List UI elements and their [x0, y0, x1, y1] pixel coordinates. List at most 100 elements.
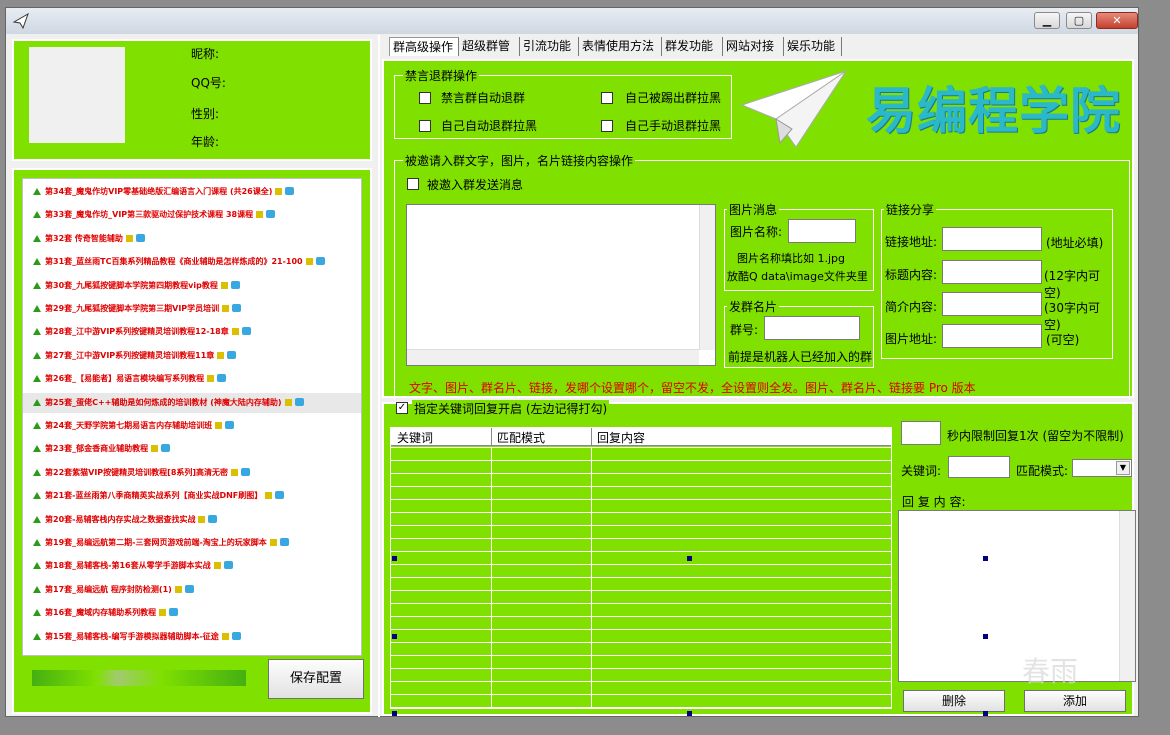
course-item[interactable]: 第28套_江中游VIP系列按键精灵培训教程12-18章 — [33, 322, 251, 342]
keyword-enable-checkbox[interactable]: ✓ — [396, 402, 408, 414]
tab-1[interactable]: 群高级操作 — [389, 37, 459, 56]
tab-2[interactable]: 超级群管 — [459, 37, 520, 56]
limit-seconds-input[interactable] — [901, 421, 941, 445]
vertical-scrollbar[interactable] — [1119, 511, 1135, 681]
invite-send-checkbox[interactable] — [407, 178, 419, 190]
course-item[interactable]: 第17套_易编远航 程序封防检测(1) — [33, 580, 194, 600]
course-item[interactable]: 第18套_易辅客栈-第16套从零学手游脚本实战 — [33, 556, 233, 576]
image-hint-2: 放酷Q data\image文件夹里 — [727, 270, 868, 283]
tag-icon — [217, 351, 225, 359]
kicked-blacklist-checkbox[interactable] — [601, 92, 613, 104]
course-title: 第27套_江中游VIP系列按键精灵培训教程11章 — [45, 350, 215, 360]
course-item[interactable]: 第30套_九尾狐按键脚本学院第四期教程vip教程 — [33, 276, 240, 296]
new-badge-icon — [135, 233, 145, 242]
link-desc-input[interactable] — [942, 292, 1042, 316]
image-msg-title: 图片消息 — [727, 201, 780, 218]
link-share-title: 链接分享 — [884, 201, 937, 218]
self-auto-leave-checkbox[interactable] — [419, 120, 431, 132]
vertical-scrollbar[interactable] — [699, 205, 715, 350]
course-item[interactable]: 第15套_易辅客栈-编写手游模拟器辅助脚本-征途 — [33, 627, 241, 647]
col-match-mode[interactable]: 匹配模式 — [497, 429, 545, 446]
course-title: 第25套_蛋佬C++辅助是如何炼成的培训教材 (神魔大陆内存辅助) — [45, 397, 282, 407]
col-keyword[interactable]: 关键词 — [397, 429, 433, 446]
course-title: 第26套_【易能者】易语言模块编写系列教程 — [45, 374, 205, 384]
course-item[interactable]: 第22套紫猫VIP按键精灵培训教程[8系列]高清无密 — [33, 463, 251, 483]
course-item[interactable]: 第25套_蛋佬C++辅助是如何炼成的培训教材 (神魔大陆内存辅助) — [23, 392, 361, 413]
tag-icon — [275, 188, 283, 195]
selection-handle — [392, 711, 397, 716]
course-item[interactable]: 第19套_易编远航第二期-三套网页游戏前端-淘宝上的玩家脚本 — [33, 533, 289, 553]
chevron-down-icon[interactable]: ▼ — [1116, 461, 1130, 475]
grid-line — [391, 538, 891, 539]
image-name-label: 图片名称: — [730, 225, 783, 239]
grid-line — [391, 707, 891, 708]
new-badge-icon — [227, 350, 237, 359]
kicked-blacklist-label: 自己被踢出群拉黑 — [625, 91, 722, 105]
selection-handle — [392, 556, 397, 561]
course-title: 第20套-易辅客栈内存实战之数据查找实战 — [45, 514, 196, 524]
tab-6[interactable]: 网站对接 — [723, 37, 784, 56]
course-item[interactable]: 第33套_魔鬼作坊_VIP第三款驱动过保护技术课程 38课程 — [33, 205, 276, 225]
save-config-button[interactable]: 保存配置 — [268, 659, 364, 699]
reply-content-textarea[interactable] — [898, 510, 1136, 682]
link-title-hint: (12字内可空) — [1044, 269, 1100, 300]
tag-icon — [213, 562, 221, 570]
course-item[interactable]: 第27套_江中游VIP系列按键精灵培训教程11章 — [33, 346, 237, 366]
course-title: 第24套_天野学院第七期易语言内存辅助培训班 — [45, 421, 213, 430]
course-item[interactable]: 第24套_天野学院第七期易语言内存辅助培训班 — [33, 416, 235, 436]
course-item[interactable]: 第34套_魔鬼作坊VIP零基础绝版汇编语言入门课程 (共26课全) — [33, 182, 295, 202]
self-manual-leave-checkbox[interactable] — [601, 120, 613, 132]
grid-line — [391, 460, 891, 461]
course-title: 第21套-蓝丝雨第八季商精英实战系列【商业实战DNF刷图】 — [45, 491, 263, 501]
link-addr-input[interactable] — [942, 227, 1042, 251]
brand-title: 易编程学院 — [866, 82, 1121, 140]
grid-line — [391, 694, 891, 695]
close-button[interactable]: ✕ — [1096, 12, 1138, 29]
course-item[interactable]: 第23套_郁金香商业辅助教程 — [33, 439, 171, 459]
tab-5[interactable]: 群发功能 — [662, 37, 723, 56]
group-number-input[interactable] — [764, 316, 860, 340]
image-name-input[interactable] — [788, 219, 856, 243]
qq-label: QQ号: — [191, 76, 226, 90]
mode-select[interactable]: ▼ — [1072, 459, 1132, 477]
watermark: 春雨 — [1022, 655, 1079, 688]
ban-group: 禁言退群操作 禁言群自动退群 自己被踢出群拉黑 自己自动退群拉黑 自己手动退群拉… — [394, 67, 732, 139]
invite-message-textarea[interactable] — [406, 204, 716, 366]
up-arrow-icon — [33, 445, 41, 453]
tag-icon — [159, 609, 167, 617]
tag-icon — [220, 281, 228, 289]
link-title-input[interactable] — [942, 260, 1042, 284]
link-img-label: 图片地址: — [885, 332, 938, 346]
up-arrow-icon — [33, 211, 41, 219]
course-item[interactable]: 第32套 传奇智能辅助 — [33, 229, 145, 249]
reply-content-label: 回 复 内 容: — [902, 495, 966, 509]
invite-group: 被邀请入群文字，图片，名片链接内容操作 被邀入群发送消息 图片消息 图片名称: … — [394, 152, 1130, 400]
tab-7[interactable]: 娱乐功能 — [784, 37, 842, 56]
new-badge-icon — [294, 397, 304, 406]
tag-icon — [231, 328, 239, 336]
kw-input[interactable] — [948, 456, 1010, 478]
keyword-table[interactable]: 关键词 匹配模式 回复内容 — [390, 427, 892, 709]
link-img-input[interactable] — [942, 324, 1042, 348]
tab-3[interactable]: 引流功能 — [520, 37, 579, 56]
tab-4[interactable]: 表情使用方法 — [579, 37, 662, 56]
horizontal-scrollbar[interactable] — [407, 349, 699, 365]
maximize-button[interactable]: ▢ — [1066, 12, 1092, 29]
course-item[interactable]: 第20套-易辅客栈内存实战之数据查找实战 — [33, 510, 218, 530]
course-item[interactable]: 第29套_九尾狐按键脚本学院第三期VIP学员培训 — [33, 299, 242, 319]
course-list[interactable]: 第34套_魔鬼作坊VIP零基础绝版汇编语言入门课程 (共26课全) 第33套_魔鬼… — [22, 178, 362, 656]
delete-button[interactable]: 删除 — [903, 690, 1005, 712]
course-item[interactable]: 第16套_魔域内存辅助系列教程 — [33, 603, 179, 623]
course-item[interactable]: 第26套_【易能者】易语言模块编写系列教程 — [33, 369, 227, 389]
add-button[interactable]: 添加 — [1024, 690, 1126, 712]
grid-line — [391, 447, 891, 448]
grid-line — [391, 564, 891, 565]
course-item[interactable]: 第31套_蓝丝雨TC百集系列精品教程《商业辅助是怎样炼成的》21-100 — [33, 252, 325, 272]
minimize-button[interactable]: ▁ — [1034, 12, 1060, 29]
col-reply-content[interactable]: 回复内容 — [597, 429, 645, 446]
selection-handle — [687, 711, 692, 716]
course-title: 第17套_易编远航 程序封防检测(1) — [45, 584, 172, 594]
auto-leave-checkbox[interactable] — [419, 92, 431, 104]
course-item[interactable]: 第21套-蓝丝雨第八季商精英实战系列【商业实战DNF刷图】 — [33, 486, 285, 506]
up-arrow-icon — [33, 188, 41, 195]
